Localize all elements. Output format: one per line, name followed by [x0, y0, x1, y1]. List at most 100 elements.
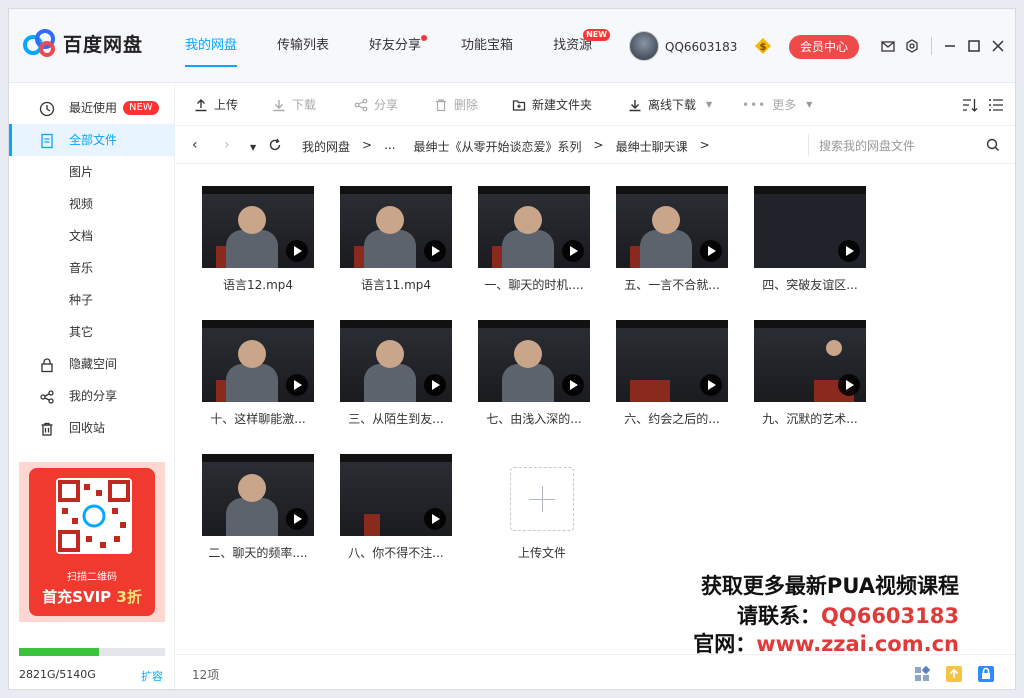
sidebar-item-hidden-space[interactable]: 隐藏空间	[9, 348, 175, 380]
sidebar-item-documents[interactable]: 文档	[9, 220, 175, 252]
file-item[interactable]: 语言11.mp4	[340, 186, 452, 293]
offline-download-button[interactable]: 离线下载 ▼	[628, 96, 712, 114]
file-item[interactable]: 十、这样聊能激...	[202, 320, 314, 427]
play-icon	[562, 374, 584, 396]
breadcrumb-current: 最绅士聊天课	[615, 140, 688, 154]
upload-file-label[interactable]: 上传文件	[492, 544, 592, 561]
app-logo[interactable]: 百度网盘	[23, 29, 143, 57]
nav-find-resources[interactable]: 找资源 NEW	[553, 29, 611, 57]
watermark-line-2: 请联系：QQ6603183	[737, 600, 959, 630]
file-item[interactable]: 七、由浅入深的...	[478, 320, 590, 427]
file-item[interactable]: 八、你不得不注...	[340, 454, 452, 561]
sidebar-item-other[interactable]: 其它	[9, 316, 175, 348]
promo-scan-text: 扫描二维码	[67, 572, 117, 583]
sort-icon[interactable]	[962, 98, 978, 112]
file-item[interactable]: 五、一言不合就...	[616, 186, 728, 293]
video-thumbnail	[340, 320, 452, 402]
play-icon	[424, 240, 446, 262]
apps-grid-icon[interactable]	[912, 664, 932, 684]
new-badge: NEW	[123, 101, 159, 115]
avatar[interactable]	[629, 31, 659, 61]
close-icon[interactable]	[991, 39, 1005, 53]
storage-progress-bar	[19, 648, 165, 656]
sidebar-item-recycle-bin[interactable]: 回收站	[9, 412, 175, 444]
watermark-line-3-value: www.zzai.com.cn	[756, 632, 959, 656]
sidebar-item-label: 全部文件	[69, 133, 118, 147]
breadcrumb-ellipsis[interactable]: ...	[384, 138, 395, 155]
svip-promo-banner[interactable]: 扫描二维码 首充SVIP 3折	[19, 462, 165, 622]
sidebar-item-music[interactable]: 音乐	[9, 252, 175, 284]
sidebar-item-my-share[interactable]: 我的分享	[9, 380, 175, 412]
more-button[interactable]: ••• 更多 ▼	[742, 96, 812, 114]
file-name: 语言11.mp4	[360, 278, 432, 292]
sidebar-item-recent[interactable]: 最近使用 NEW	[9, 92, 175, 124]
file-toolbar: 上传 下载 分享 删除 新建文件夹 离线下载 ▼ ••• 更多 ▼	[176, 84, 1015, 126]
refresh-icon[interactable]	[268, 138, 282, 152]
search-icon[interactable]	[986, 138, 1000, 152]
share-icon	[354, 98, 368, 112]
nav-transfer-list[interactable]: 传输列表	[277, 35, 329, 57]
back-icon[interactable]: ‹	[192, 138, 198, 152]
promo-offer-text: 首充SVIP 3折	[29, 586, 155, 607]
vip-center-button[interactable]: 会员中心	[789, 35, 859, 59]
video-thumbnail	[478, 186, 590, 268]
list-view-icon[interactable]	[988, 98, 1004, 112]
nav-my-disk[interactable]: 我的网盘	[185, 35, 238, 67]
search-input[interactable]: 搜索我的网盘文件	[808, 134, 1008, 156]
promo-card: 扫描二维码 首充SVIP 3折	[29, 468, 155, 616]
file-item[interactable]: 三、从陌生到友...	[340, 320, 452, 427]
watermark-line-2-prefix: 请联系：	[737, 604, 821, 628]
sidebar-item-videos[interactable]: 视频	[9, 188, 175, 220]
file-name: 二、聊天的频率....	[208, 546, 308, 560]
svip-diamond-icon[interactable]: $	[754, 37, 772, 55]
file-item[interactable]: 四、突破友谊区...	[754, 186, 866, 293]
video-thumbnail	[202, 320, 314, 402]
file-name: 八、你不得不注...	[348, 546, 444, 560]
video-thumbnail	[340, 186, 452, 268]
breadcrumb-separator: >	[593, 138, 604, 152]
watermark-line-3-prefix: 官网：	[693, 632, 757, 656]
file-item[interactable]: 二、聊天的频率....	[202, 454, 314, 561]
sidebar-item-label: 最近使用	[69, 101, 118, 115]
video-thumbnail	[340, 454, 452, 536]
nav-friend-share[interactable]: 好友分享	[369, 35, 428, 57]
upload-label: 上传	[214, 98, 239, 112]
nav-toolbox[interactable]: 功能宝箱	[461, 35, 513, 57]
delete-label: 删除	[454, 98, 479, 112]
mail-icon[interactable]	[881, 39, 895, 53]
download-button[interactable]: 下载	[272, 96, 316, 114]
file-item[interactable]: 语言12.mp4	[202, 186, 314, 293]
delete-button[interactable]: 删除	[434, 96, 478, 114]
promo-offer-prefix: 首充SVIP	[42, 588, 117, 606]
history-dropdown-icon[interactable]: ▼	[250, 141, 256, 155]
file-item[interactable]: 六、约会之后的...	[616, 320, 728, 427]
forward-icon[interactable]: ›	[224, 138, 230, 152]
expand-storage-link[interactable]: 扩容	[141, 668, 163, 684]
new-folder-button[interactable]: 新建文件夹	[512, 96, 592, 114]
lock-icon[interactable]	[976, 664, 996, 684]
settings-icon[interactable]	[905, 39, 919, 53]
file-item[interactable]: 九、沉默的艺术...	[754, 320, 866, 427]
sidebar-item-images[interactable]: 图片	[9, 156, 175, 188]
share-button[interactable]: 分享	[354, 96, 398, 114]
sidebar-item-all-files[interactable]: 全部文件	[9, 124, 175, 156]
breadcrumb: 我的网盘 > ... 最绅士《从零开始谈恋爱》系列 > 最绅士聊天课 >	[302, 138, 710, 155]
username[interactable]: QQ6603183	[665, 40, 737, 54]
upload-button[interactable]: 上传	[194, 96, 238, 114]
file-item[interactable]: 一、聊天的时机....	[478, 186, 590, 293]
upload-tray-icon[interactable]	[944, 664, 964, 684]
breadcrumb-item[interactable]: 我的网盘	[302, 138, 350, 155]
breadcrumb-item[interactable]: 最绅士《从零开始谈恋爱》系列	[414, 138, 582, 155]
sidebar-item-label: 我的分享	[69, 389, 118, 403]
maximize-icon[interactable]	[967, 39, 981, 53]
play-icon	[286, 508, 308, 530]
search-placeholder: 搜索我的网盘文件	[819, 139, 916, 153]
video-thumbnail	[478, 320, 590, 402]
file-grid: 语言12.mp4 语言11.mp4 一、聊天的时机.... 五、一言不合就...…	[176, 164, 1015, 656]
app-title: 百度网盘	[63, 33, 144, 56]
sidebar-item-torrents[interactable]: 种子	[9, 284, 175, 316]
breadcrumb-separator: >	[699, 138, 710, 152]
upload-file-tile[interactable]	[510, 467, 574, 531]
minimize-icon[interactable]	[943, 39, 957, 53]
play-icon	[838, 374, 860, 396]
